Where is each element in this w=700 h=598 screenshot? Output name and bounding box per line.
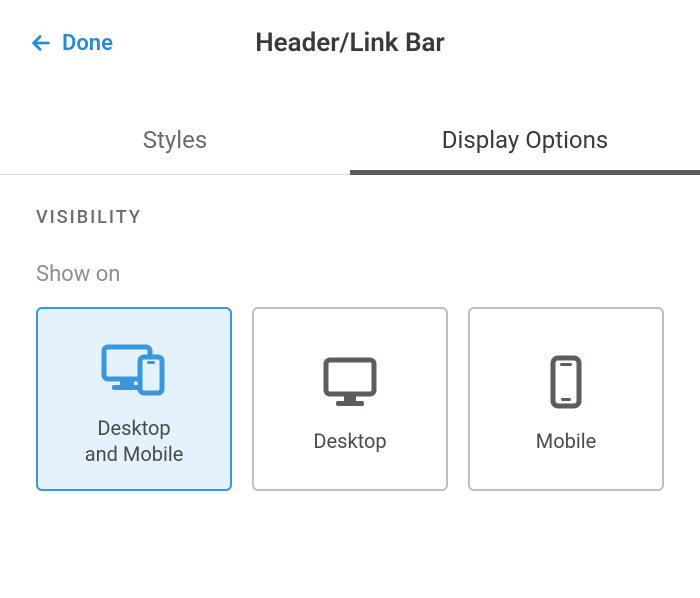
- done-button-label: Done: [62, 31, 113, 56]
- panel-header: Done Header/Link Bar: [0, 0, 700, 78]
- tab-bar: Styles Display Options: [0, 108, 700, 175]
- page-title: Header/Link Bar: [255, 28, 445, 58]
- tab-styles[interactable]: Styles: [0, 108, 350, 174]
- tab-label: Display Options: [442, 126, 608, 154]
- option-label: Mobile: [536, 428, 596, 454]
- option-desktop[interactable]: Desktop: [252, 307, 448, 491]
- tab-display-options[interactable]: Display Options: [350, 108, 700, 174]
- option-label: Desktop and Mobile: [85, 415, 184, 467]
- desktop-icon: [320, 350, 380, 414]
- arrow-left-icon: [30, 32, 52, 54]
- mobile-icon: [546, 350, 586, 414]
- option-desktop-and-mobile[interactable]: Desktop and Mobile: [36, 307, 232, 491]
- show-on-label: Show on: [36, 262, 664, 287]
- desktop-mobile-icon: [98, 337, 170, 401]
- option-label: Desktop: [313, 428, 386, 454]
- tab-label: Styles: [143, 126, 207, 154]
- option-mobile[interactable]: Mobile: [468, 307, 664, 491]
- section-label-visibility: VISIBILITY: [36, 207, 664, 228]
- done-button[interactable]: Done: [30, 31, 113, 56]
- visibility-options: Desktop and Mobile Desktop Mobile: [36, 307, 664, 491]
- content-area: VISIBILITY Show on Desktop and Mobile: [0, 175, 700, 523]
